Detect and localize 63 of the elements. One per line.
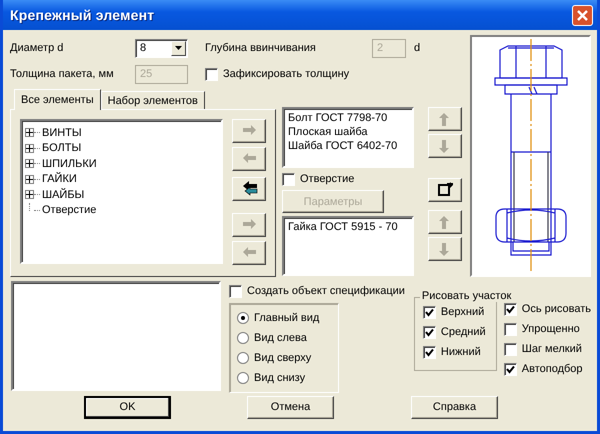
diameter-dropdown[interactable]: 8	[135, 38, 188, 58]
unit-label: d	[414, 42, 420, 54]
checkbox-label: Упрощенно	[522, 323, 580, 335]
dialog-button[interactable]: Справка	[411, 396, 498, 418]
radio-button[interactable]	[237, 312, 249, 324]
checkbox-label: Автоподбор	[522, 363, 583, 375]
expand-icon[interactable]	[25, 190, 34, 200]
radio-button[interactable]	[237, 372, 249, 384]
expand-icon[interactable]	[25, 128, 34, 138]
tree-item[interactable]: БОЛТЫ	[42, 142, 82, 154]
checkbox[interactable]	[205, 68, 218, 80]
group-title: Рисовать участок	[420, 290, 514, 302]
radio-label: Вид снизу	[254, 372, 306, 384]
tab[interactable]: Все элементы	[14, 89, 101, 110]
checkbox[interactable]	[504, 342, 517, 356]
checkbox[interactable]	[229, 284, 242, 298]
tree-item[interactable]: ШПИЛЬКИ	[42, 158, 97, 170]
expand-icon[interactable]	[25, 174, 34, 184]
checkbox-label: Нижний	[440, 346, 481, 358]
expand-icon[interactable]	[25, 159, 34, 168]
back-all-button[interactable]	[232, 177, 266, 201]
tree-item[interactable]: ГАЙКИ	[42, 173, 77, 186]
field-label: Диаметр d	[10, 42, 64, 54]
list-item[interactable]: Шайба ГОСТ 6402-70	[288, 139, 408, 153]
flip-button[interactable]	[428, 178, 462, 202]
checkbox[interactable]	[422, 346, 436, 358]
radio-button[interactable]	[237, 332, 249, 344]
checkbox-label: Верхний	[440, 306, 484, 318]
dropdown-caret-icon	[175, 46, 182, 50]
field-label: Глубина ввинчивания	[205, 42, 317, 54]
checkbox-label: Зафиксировать толщину	[223, 68, 350, 80]
tab[interactable]: Набор элементов	[100, 91, 205, 109]
radio-label: Вид сверху	[254, 352, 312, 364]
checkbox[interactable]	[422, 326, 436, 338]
checkbox[interactable]	[504, 302, 517, 316]
checkbox-label: Средний	[440, 326, 486, 338]
text-area[interactable]	[11, 281, 221, 391]
checkbox[interactable]	[422, 306, 436, 318]
checkbox-label: Отверстие	[300, 173, 354, 185]
checkbox[interactable]	[282, 172, 295, 186]
dialog-button[interactable]: OK	[84, 396, 171, 418]
window-title: Крепежный элемент	[10, 7, 154, 23]
checkbox-label: Шаг мелкий	[522, 343, 582, 355]
list-item[interactable]: Гайка ГОСТ 5915 - 70	[288, 220, 408, 234]
radio-label: Главный вид	[254, 312, 320, 324]
checkbox[interactable]	[504, 362, 517, 376]
close-icon	[577, 10, 588, 20]
checkbox-label: Ось рисовать	[522, 303, 591, 315]
expand-icon[interactable]	[25, 144, 34, 153]
square-arrow-icon	[436, 182, 454, 198]
checkbox[interactable]	[504, 322, 517, 336]
double-left-arrow-icon	[240, 181, 258, 197]
tree-item[interactable]: ШАЙБЫ	[42, 188, 84, 201]
field-label: Толщина пакета, мм	[10, 68, 115, 80]
tree-item[interactable]: ВИНТЫ	[42, 126, 82, 139]
list-item[interactable]: Плоская шайба	[288, 125, 408, 139]
close-button[interactable]	[572, 4, 593, 26]
tree-item[interactable]: Отверстие	[42, 204, 96, 216]
list-item[interactable]: Болт ГОСТ 7798-70	[288, 111, 408, 125]
dialog-button[interactable]: Отмена	[247, 396, 334, 418]
radio-label: Вид слева	[254, 332, 307, 344]
checkbox-label: Создать объект спецификации	[247, 285, 405, 297]
radio-button[interactable]	[237, 352, 249, 364]
